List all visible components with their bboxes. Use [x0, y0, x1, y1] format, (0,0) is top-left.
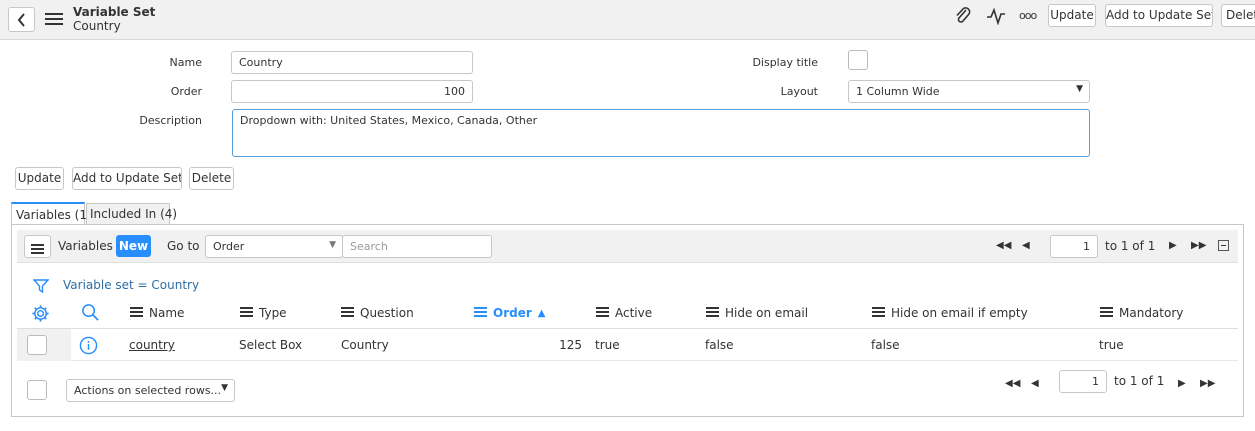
description-label: Description — [139, 114, 202, 127]
actions-select[interactable]: Actions on selected rows... ▼ — [66, 379, 235, 402]
column-header-name[interactable]: Name — [130, 306, 184, 320]
column-menu-icon[interactable] — [872, 307, 885, 319]
last-page-icon[interactable]: ▶▶ — [1191, 240, 1206, 251]
chevron-down-icon: ▼ — [1076, 84, 1083, 94]
column-header-mandatory[interactable]: Mandatory — [1100, 306, 1183, 320]
prev-page-icon[interactable]: ◀ — [1022, 240, 1030, 251]
display-title-label: Display title — [752, 56, 818, 69]
column-menu-icon[interactable] — [341, 307, 354, 319]
form-header: Variable Set Country ooo Update Add to U… — [0, 0, 1255, 40]
description-field[interactable]: Dropdown with: United States, Mexico, Ca… — [232, 109, 1090, 157]
cell-question: Country — [341, 338, 389, 352]
cell-type: Select Box — [239, 338, 303, 352]
layout-label: Layout — [780, 85, 818, 98]
activity-icon[interactable] — [986, 7, 1006, 25]
cell-active: true — [595, 338, 620, 352]
column-menu-icon[interactable] — [130, 307, 143, 319]
footer-first-page-icon[interactable]: ◀◀ — [1005, 378, 1020, 389]
column-header-hide-on-email-if-empty[interactable]: Hide on email if empty — [872, 306, 1028, 320]
order-field[interactable]: 100 — [231, 80, 473, 103]
tab-included-in[interactable]: Included In (4) — [86, 203, 177, 225]
hamburger-icon — [31, 244, 44, 256]
column-menu-icon[interactable] — [596, 307, 609, 319]
order-label: Order — [170, 85, 202, 98]
header-add-to-update-set-button[interactable]: Add to Update Set — [1105, 4, 1213, 27]
back-button[interactable] — [8, 7, 35, 32]
cell-name-link[interactable]: country — [129, 338, 175, 352]
column-header-question[interactable]: Question — [341, 306, 414, 320]
column-header-type[interactable]: Type — [240, 306, 287, 320]
column-header-hide-on-email[interactable]: Hide on email — [706, 306, 808, 320]
paperclip-icon[interactable] — [954, 6, 972, 26]
table-row — [17, 329, 1238, 361]
page-input[interactable]: 1 — [1050, 235, 1098, 258]
collapse-icon[interactable] — [1218, 240, 1229, 251]
first-page-icon[interactable]: ◀◀ — [996, 240, 1011, 251]
add-to-update-set-button[interactable]: Add to Update Set — [72, 167, 182, 190]
page-subtitle: Country — [73, 19, 121, 33]
new-button[interactable]: New — [116, 235, 151, 257]
footer-last-page-icon[interactable]: ▶▶ — [1200, 378, 1215, 389]
search-icon[interactable] — [81, 303, 100, 322]
header-update-button[interactable]: Update — [1048, 4, 1096, 27]
column-menu-icon[interactable] — [474, 307, 487, 319]
cell-order: 125 — [559, 338, 582, 352]
footer-page-input[interactable]: 1 — [1059, 370, 1107, 393]
select-all-checkbox[interactable] — [27, 380, 47, 400]
name-label: Name — [169, 56, 202, 69]
goto-label: Go to — [167, 239, 200, 253]
column-header-order[interactable]: Order ▲ — [474, 306, 545, 320]
filter-icon[interactable] — [33, 278, 49, 294]
name-field[interactable]: Country — [231, 51, 473, 74]
row-select-checkbox[interactable] — [27, 335, 47, 355]
cell-mandatory: true — [1099, 338, 1124, 352]
layout-select-value: 1 Column Wide — [856, 85, 940, 98]
chevron-left-icon — [17, 13, 25, 27]
update-button[interactable]: Update — [15, 167, 64, 190]
next-page-icon[interactable]: ▶ — [1169, 240, 1177, 251]
footer-page-range: to 1 of 1 — [1114, 374, 1165, 388]
menu-icon[interactable] — [45, 13, 63, 28]
info-icon[interactable] — [79, 336, 98, 355]
chevron-down-icon: ▼ — [221, 383, 228, 393]
more-options-icon[interactable]: ooo — [1019, 9, 1037, 22]
column-menu-icon[interactable] — [240, 307, 253, 319]
column-header-active[interactable]: Active — [596, 306, 652, 320]
actions-select-value: Actions on selected rows... — [74, 384, 222, 397]
list-title: Variables — [58, 239, 113, 253]
column-menu-icon[interactable] — [1100, 307, 1113, 319]
search-input[interactable]: Search — [342, 235, 492, 258]
cell-hide-on-email-if-empty: false — [871, 338, 900, 352]
layout-select[interactable]: 1 Column Wide ▼ — [848, 80, 1090, 103]
footer-next-page-icon[interactable]: ▶ — [1178, 378, 1186, 389]
delete-button[interactable]: Delete — [189, 167, 234, 190]
column-menu-icon[interactable] — [706, 307, 719, 319]
filter-breadcrumb[interactable]: Variable set = Country — [63, 278, 199, 292]
list-menu-button[interactable] — [24, 235, 51, 258]
gear-icon[interactable] — [31, 304, 50, 323]
cell-hide-on-email: false — [705, 338, 734, 352]
page-title: Variable Set — [73, 5, 156, 19]
display-title-checkbox[interactable] — [848, 50, 868, 70]
page-range: to 1 of 1 — [1105, 239, 1156, 253]
footer-prev-page-icon[interactable]: ◀ — [1031, 378, 1039, 389]
goto-select-value: Order — [213, 240, 245, 253]
goto-select[interactable]: Order ▼ — [205, 235, 343, 258]
header-delete-button[interactable]: Delet — [1221, 4, 1255, 27]
sort-ascending-icon: ▲ — [537, 307, 546, 319]
chevron-down-icon: ▼ — [329, 240, 336, 250]
tab-variables[interactable]: Variables (1) — [11, 202, 92, 225]
